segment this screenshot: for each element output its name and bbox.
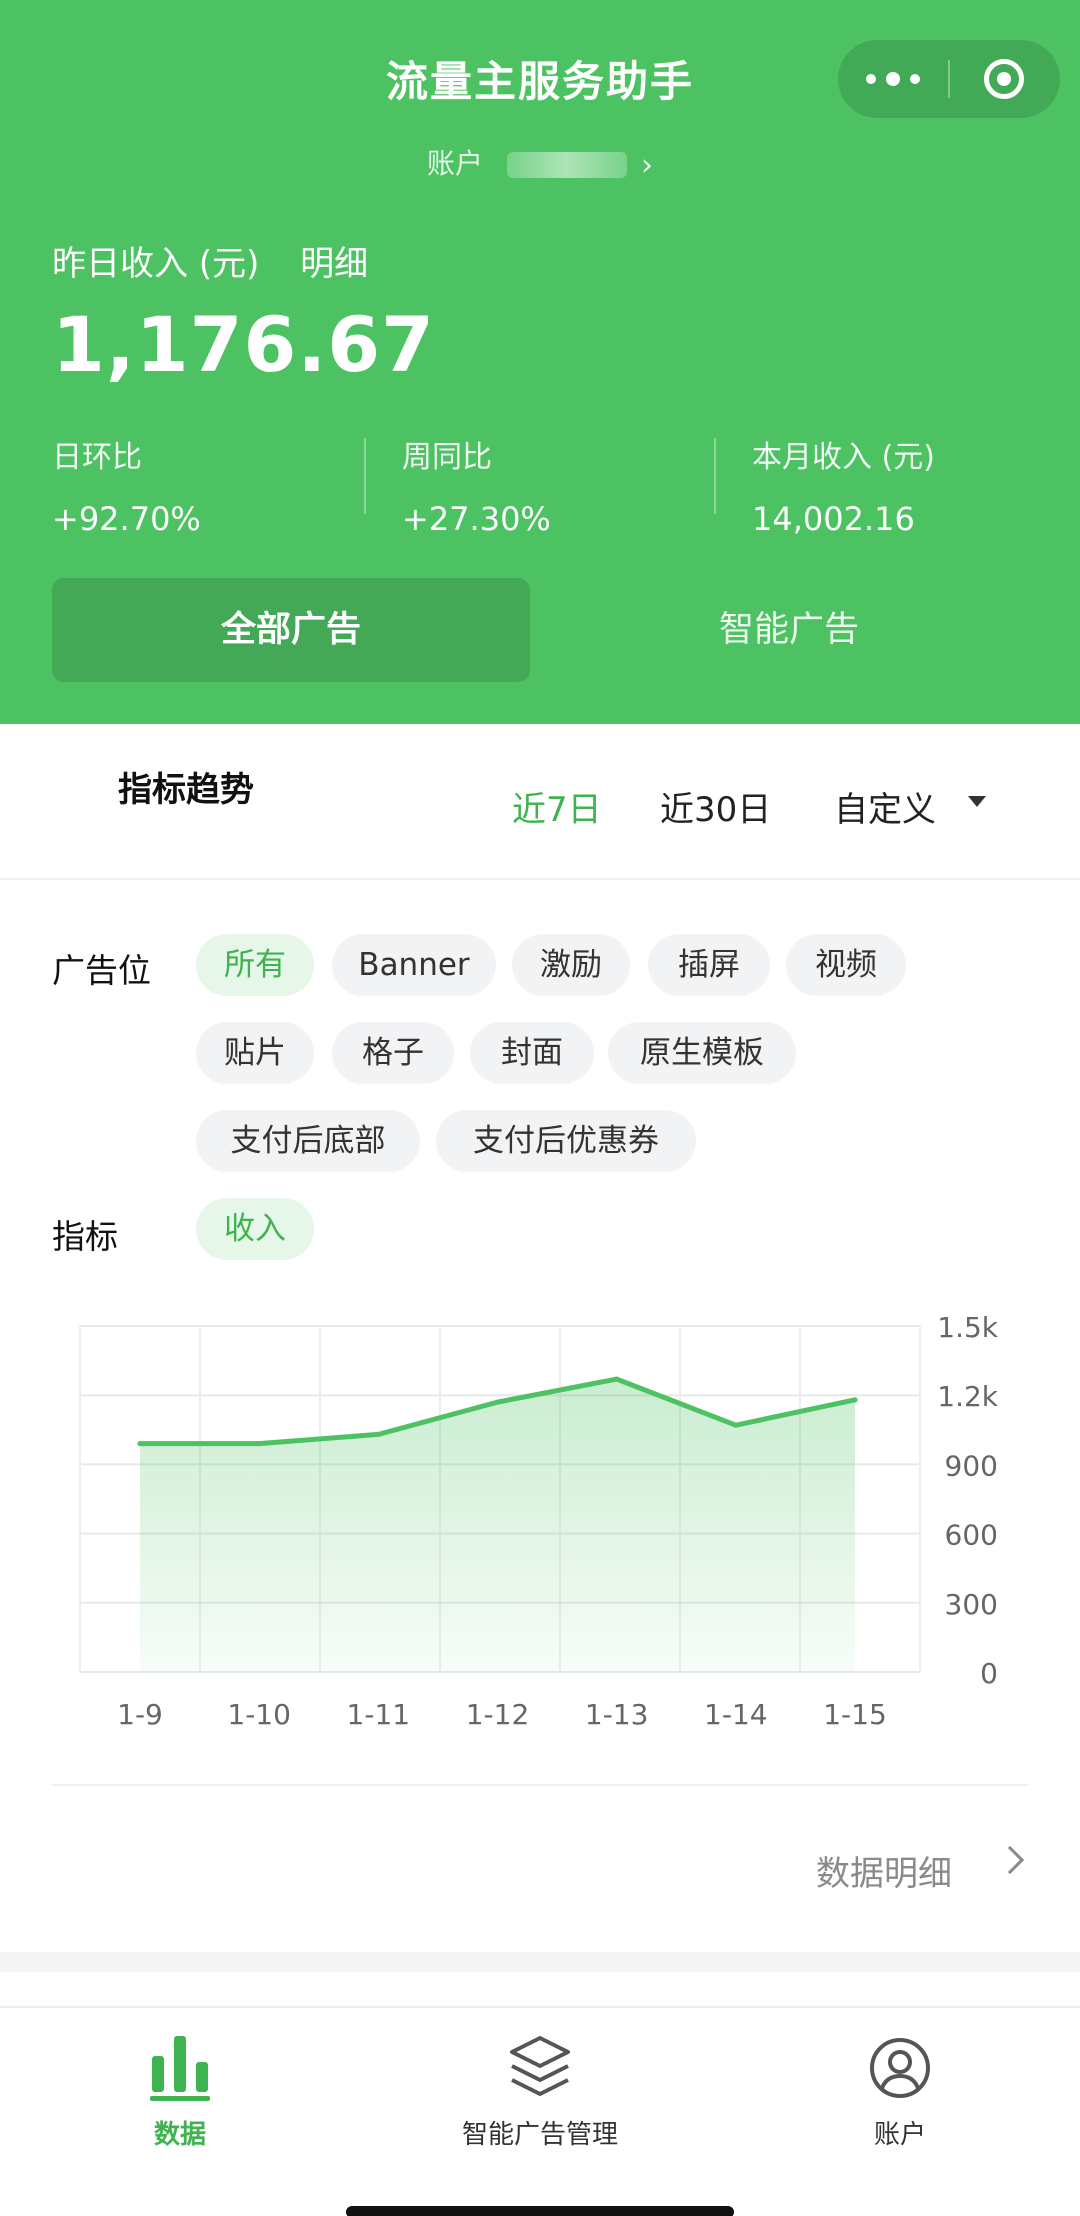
range-30-days[interactable]: 近30日 xyxy=(660,782,771,831)
close-target-icon[interactable] xyxy=(984,59,1024,99)
tabbar-item-smart-ad-management[interactable]: 智能广告管理 xyxy=(390,2032,690,2151)
chip-slot-after-payment-bottom[interactable]: 支付后底部 xyxy=(196,1110,420,1172)
tab-all-ads[interactable]: 全部广告 xyxy=(52,578,530,682)
more-icon[interactable] xyxy=(866,70,922,88)
ad-slot-label: 广告位 xyxy=(52,951,151,990)
range-7-days[interactable]: 近7日 xyxy=(512,782,602,831)
chip-metric-income[interactable]: 收入 xyxy=(196,1198,314,1260)
chevron-right-icon[interactable] xyxy=(995,1845,1025,1875)
x-tick-label: 1-11 xyxy=(347,1698,411,1731)
data-point xyxy=(137,1441,143,1447)
income-detail-link[interactable]: 明细 xyxy=(300,244,368,284)
yesterday-income-label: 昨日收入 (元) xyxy=(52,244,260,284)
data-point xyxy=(733,1422,739,1428)
mini-program-capsule xyxy=(838,40,1060,118)
tabbar-label: 数据 xyxy=(153,2120,206,2150)
data-point xyxy=(256,1441,262,1447)
trend-title: 指标趋势 xyxy=(118,770,254,810)
income-trend-chart: 1.5k 1.2k 900 600 300 0 1-9 1-10 1-11 1-12 1-13 1-1… xyxy=(79,1311,999,1731)
y-tick-label: 300 xyxy=(945,1588,998,1621)
chip-slot-cover[interactable]: 封面 xyxy=(470,1022,594,1084)
data-point xyxy=(614,1376,620,1382)
x-tick-label: 1-10 xyxy=(227,1698,291,1731)
capsule-divider xyxy=(948,60,950,98)
layers-icon xyxy=(508,2032,572,2102)
stat-week-over-week: 周同比 +27.30% xyxy=(402,432,551,538)
chip-slot-video[interactable]: 视频 xyxy=(786,934,906,996)
chip-slot-native-template[interactable]: 原生模板 xyxy=(608,1022,796,1084)
y-tick-label: 900 xyxy=(945,1449,998,1482)
chip-slot-interstitial[interactable]: 插屏 xyxy=(648,934,770,996)
stat-label: 日环比 xyxy=(52,440,142,475)
chip-slot-banner[interactable]: Banner xyxy=(332,934,496,996)
chevron-right-icon: › xyxy=(641,147,653,183)
y-tick-label: 600 xyxy=(945,1519,998,1552)
chip-slot-grid[interactable]: 格子 xyxy=(332,1022,454,1084)
header: 流量主服务助手 账户 › 昨日收入 (元) 明细 1,176.67 日环比 +92… xyxy=(0,0,1080,724)
tabbar-item-data[interactable]: 数据 xyxy=(30,2032,330,2151)
data-point xyxy=(852,1397,858,1403)
user-icon xyxy=(868,2032,932,2102)
yesterday-income-row: 昨日收入 (元) 明细 xyxy=(52,236,368,285)
home-indicator xyxy=(346,2206,734,2216)
x-tick-label: 1-13 xyxy=(585,1698,649,1731)
stat-day-over-day: 日环比 +92.70% xyxy=(52,432,201,538)
stat-value: +27.30% xyxy=(402,500,551,538)
account-label: 账户 xyxy=(426,147,483,180)
account-name-redacted xyxy=(507,152,627,178)
stat-value: 14,002.16 xyxy=(752,500,915,538)
x-tick-label: 1-14 xyxy=(704,1698,768,1731)
x-tick-label: 1-12 xyxy=(466,1698,530,1731)
y-tick-label: 1.2k xyxy=(937,1380,999,1413)
data-point xyxy=(375,1431,381,1437)
divider xyxy=(52,1784,1028,1786)
dropdown-arrow-icon[interactable] xyxy=(968,796,986,807)
divider xyxy=(0,878,1080,880)
range-custom[interactable]: 自定义 xyxy=(834,782,936,831)
bar-chart-icon xyxy=(150,2032,210,2102)
tab-smart-ads[interactable]: 智能广告 xyxy=(550,578,1028,682)
stat-label: 周同比 xyxy=(402,440,492,475)
chip-slot-all[interactable]: 所有 xyxy=(196,934,314,996)
data-detail-link[interactable]: 数据明细 xyxy=(816,1846,952,1895)
stat-label: 本月收入 (元) xyxy=(752,440,935,475)
chip-slot-after-payment-coupon[interactable]: 支付后优惠券 xyxy=(436,1110,696,1172)
chip-slot-reward[interactable]: 激励 xyxy=(512,934,630,996)
stat-divider xyxy=(364,438,366,514)
data-point xyxy=(495,1399,500,1405)
chip-slot-pre-roll[interactable]: 贴片 xyxy=(196,1022,314,1084)
stat-value: +92.70% xyxy=(52,500,201,538)
x-tick-label: 1-9 xyxy=(117,1698,163,1731)
tabbar-label: 账户 xyxy=(873,2120,926,2150)
account-switcher[interactable]: 账户 › xyxy=(0,142,1080,183)
tabbar-item-account[interactable]: 账户 xyxy=(750,2032,1050,2151)
y-tick-label: 1.5k xyxy=(937,1311,999,1344)
yesterday-income-value: 1,176.67 xyxy=(52,300,436,389)
tabbar-label: 智能广告管理 xyxy=(461,2120,618,2150)
section-gap xyxy=(0,1952,1080,1972)
y-tick-label: 0 xyxy=(980,1657,998,1690)
metric-label: 指标 xyxy=(52,1217,118,1256)
x-tick-label: 1-15 xyxy=(823,1698,887,1731)
stat-month-income: 本月收入 (元) 14,002.16 xyxy=(752,432,935,538)
stat-divider xyxy=(714,438,716,514)
